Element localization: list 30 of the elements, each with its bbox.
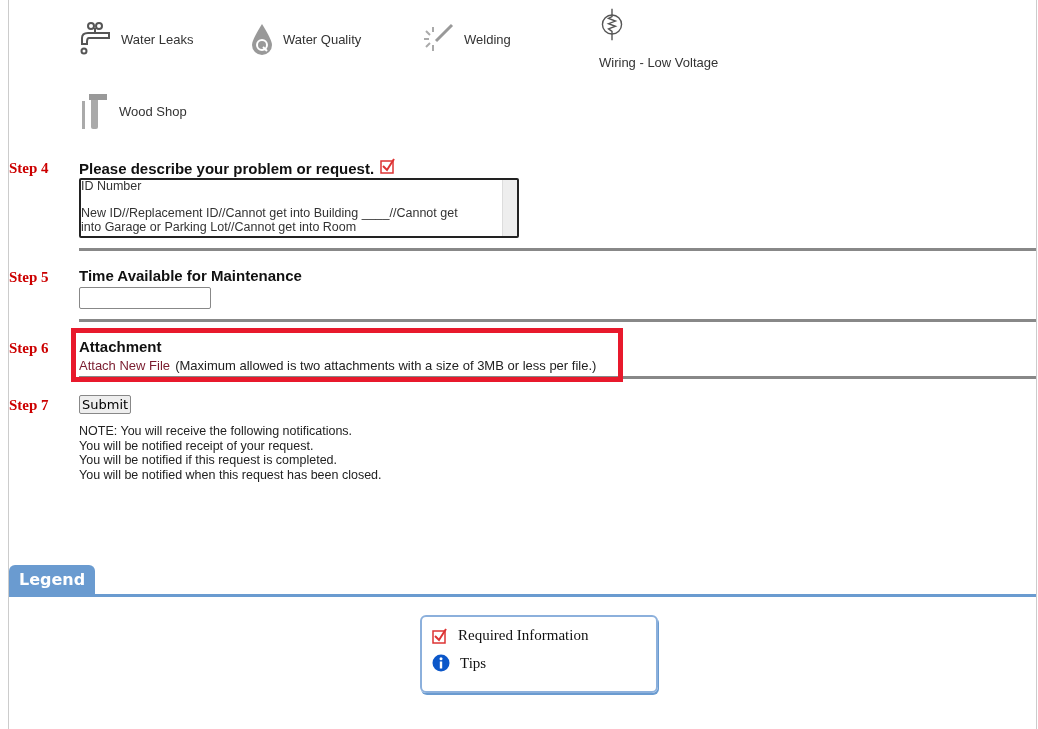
info-icon: [432, 654, 450, 672]
attach-file-link[interactable]: Attach New File: [79, 358, 171, 373]
step-title: Please describe your problem or request.: [79, 159, 375, 177]
step-label: Step 7: [9, 396, 50, 415]
category-label: Welding: [464, 31, 511, 47]
faucet-icon: [79, 22, 111, 56]
water-drop-icon: [251, 23, 273, 55]
submit-button[interactable]: Submit: [79, 395, 132, 414]
step-label: Step 4: [9, 159, 50, 178]
description-textarea[interactable]: ID Number New ID//Replacement ID//Cannot get into Building ____//Cannot get into Garage or Parking Lot//Cannot get into Room: [79, 178, 519, 238]
category-label: Wood Shop: [119, 103, 187, 119]
legend-label: Required Information: [458, 627, 589, 644]
notification-note: You will be notified receipt of your request.: [79, 438, 315, 453]
step-label: Step 6: [9, 339, 50, 358]
legend-label: Tips: [460, 654, 487, 672]
checkbox-check-icon: [432, 627, 448, 644]
step-label: Step 5: [9, 268, 50, 287]
resistor-icon: [599, 8, 625, 41]
notification-note: NOTE: You will receive the following notifications.: [79, 424, 354, 439]
notification-note: You will be notified if this request is completed.: [79, 453, 338, 468]
category-label: Water Quality: [283, 31, 362, 47]
category-label: Water Leaks: [121, 31, 194, 47]
notification-note: You will be notified when this request has been closed.: [79, 467, 383, 482]
checkbox-check-icon: [380, 158, 397, 174]
category-label: Wiring - Low Voltage: [599, 55, 719, 70]
step-title: Attachment: [79, 338, 162, 355]
time-input-field[interactable]: [79, 287, 211, 309]
step-title: Time Available for Maintenance: [79, 267, 302, 284]
hammer-tools-icon: [79, 93, 109, 129]
attachment-note: (Maximum allowed is two attachments with a size of 3MB or less per file.): [175, 358, 597, 373]
